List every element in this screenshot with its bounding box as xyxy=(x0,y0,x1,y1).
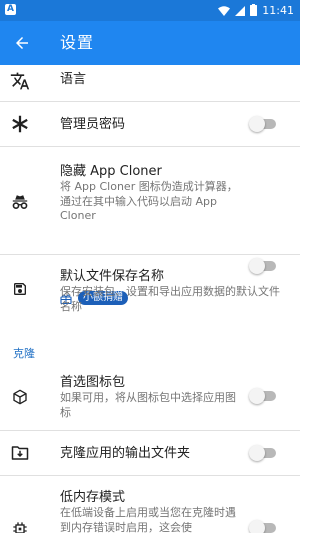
pref-language-text: 语言 xyxy=(60,71,240,88)
pref-preferred-icon-pack[interactable]: 首选图标包 如果可用，将从图标包中选择应用图标 xyxy=(0,365,300,429)
pref-hide-app-cloner-text: 隐藏 App Cloner 将 App Cloner 图标伪造成计算器，通过在其… xyxy=(60,163,240,224)
app-toolbar: 设置 xyxy=(0,21,300,65)
signal-icon xyxy=(235,1,246,20)
translate-icon xyxy=(8,69,32,93)
battery-icon xyxy=(250,1,258,20)
arrow-back-icon xyxy=(16,37,28,49)
pref-admin-password-text: 管理员密码 xyxy=(60,116,240,133)
chip-icon xyxy=(8,517,32,533)
settings-list[interactable]: 语言 管理员密码 隐藏 App Cloner 将 App Cloner 图标伪造… xyxy=(0,65,300,533)
app-notification-icon: A xyxy=(5,4,16,15)
toggle-thumb xyxy=(249,388,265,404)
pref-title: 隐藏 App Cloner xyxy=(60,164,162,179)
status-bar: A 11:41 xyxy=(0,0,300,21)
section-header-clone: 克隆 xyxy=(13,347,35,360)
cube-icon xyxy=(8,385,32,409)
pref-summary: 保存安装包、设置和导出应用数据的默认文件名称 xyxy=(60,285,280,313)
pref-title: 低内存模式 xyxy=(60,490,126,505)
pref-summary: 如果可用，将从图标包中选择应用图标 xyxy=(60,391,236,419)
pref-low-memory-mode-text: 低内存模式 在低端设备上启用或当您在克隆时遇到内存错误时启用，这会使 xyxy=(60,489,240,533)
pref-summary: 在低端设备上启用或当您在克隆时遇到内存错误时启用，这会使 xyxy=(60,506,236,533)
pref-admin-password[interactable]: 管理员密码 xyxy=(0,102,300,146)
page-title: 设置 xyxy=(60,33,95,52)
asterisk-icon xyxy=(8,112,32,136)
pref-title: 默认文件保存名称 xyxy=(60,269,165,284)
wifi-icon xyxy=(218,1,231,20)
status-time: 11:41 xyxy=(262,4,294,17)
preferred-icon-pack-toggle[interactable] xyxy=(249,388,278,404)
toggle-thumb xyxy=(249,520,265,533)
pref-title: 克隆应用的输出文件夹 xyxy=(60,446,191,461)
pref-clone-output-folder-text: 克隆应用的输出文件夹 xyxy=(60,445,240,462)
pref-language[interactable]: 语言 xyxy=(0,65,300,101)
pref-preferred-icon-pack-text: 首选图标包 如果可用，将从图标包中选择应用图标 xyxy=(60,374,240,420)
pref-hide-app-cloner[interactable]: 隐藏 App Cloner 将 App Cloner 图标伪造成计算器，通过在其… xyxy=(0,147,300,253)
save-icon xyxy=(8,277,32,301)
back-button[interactable] xyxy=(6,27,38,59)
pref-title: 首选图标包 xyxy=(60,375,126,390)
admin-password-toggle[interactable] xyxy=(249,116,278,132)
pref-low-memory-mode[interactable]: 低内存模式 在低端设备上启用或当您在克隆时遇到内存错误时启用，这会使 xyxy=(0,476,300,533)
pref-default-save-name-text: 默认文件保存名称 保存安装包、设置和导出应用数据的默认文件名称 xyxy=(60,268,285,314)
clone-output-folder-toggle[interactable] xyxy=(249,445,278,461)
pref-title: 语言 xyxy=(60,72,87,87)
pref-clone-output-folder[interactable]: 克隆应用的输出文件夹 xyxy=(0,431,300,475)
pref-summary: 将 App Cloner 图标伪造成计算器，通过在其中输入代码以启动 App C… xyxy=(60,180,238,222)
incognito-icon xyxy=(8,190,32,214)
toggle-thumb xyxy=(249,445,265,461)
status-icons: 11:41 xyxy=(218,0,294,21)
pref-title: 管理员密码 xyxy=(60,117,126,132)
folder-download-icon xyxy=(8,441,32,465)
low-memory-mode-toggle[interactable] xyxy=(249,520,278,533)
toggle-thumb xyxy=(249,116,265,132)
pref-default-save-name[interactable]: 默认文件保存名称 保存安装包、设置和导出应用数据的默认文件名称 xyxy=(0,255,300,322)
